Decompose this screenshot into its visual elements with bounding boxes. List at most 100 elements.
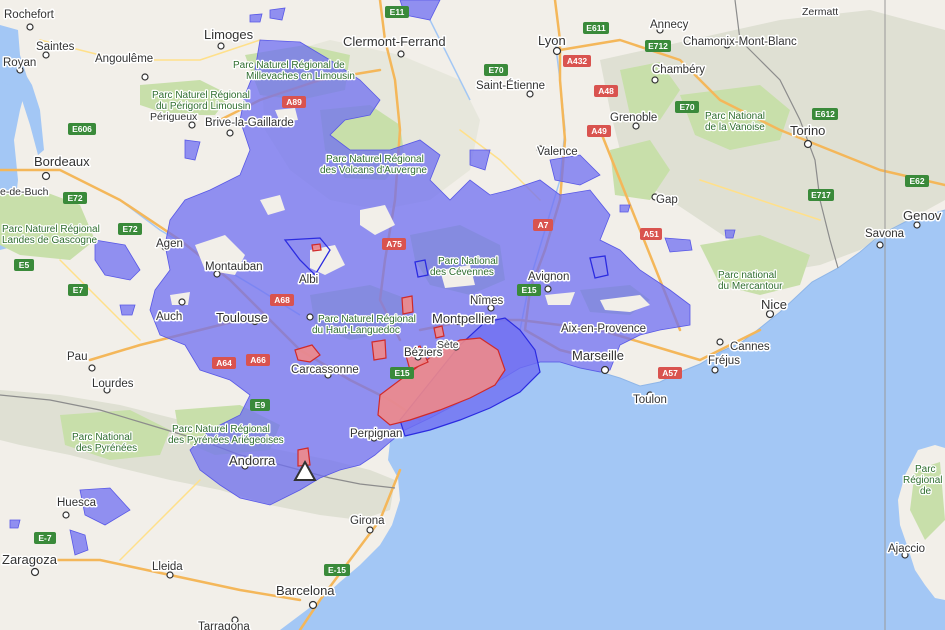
city-valence: Valence [537, 146, 578, 158]
svg-text:E15: E15 [394, 368, 409, 378]
route-shield-a64: A64 [212, 357, 236, 369]
city-sete: Sète [437, 339, 459, 351]
city-huesca: Huesca [57, 497, 97, 509]
route-shield-e612: E612 [812, 108, 838, 120]
route-shield-a51: A51 [640, 228, 662, 240]
city-lleida: Lleida [152, 561, 183, 573]
svg-text:E-15: E-15 [328, 565, 346, 575]
route-shield-e7-es: E-7 [34, 532, 56, 544]
svg-text:de la Vanoise: de la Vanoise [705, 122, 765, 133]
city-nice: Nice [761, 297, 787, 312]
svg-text:E5: E5 [19, 260, 30, 270]
route-shield-e712: E712 [645, 40, 671, 52]
route-shield-a68: A68 [270, 294, 294, 306]
svg-text:A48: A48 [598, 86, 614, 96]
city-cannes: Cannes [730, 341, 770, 353]
svg-text:Parc national: Parc national [718, 270, 776, 281]
city-tete-de-buch: e-de-Buch [0, 186, 49, 198]
svg-text:A51: A51 [643, 229, 659, 239]
route-shield-e611: E611 [583, 22, 609, 34]
city-montpellier: Montpellier [432, 311, 496, 326]
city-brive: Brive-la-Gaillarde [205, 117, 294, 129]
city-ajaccio: Ajaccio [888, 543, 925, 555]
svg-text:des Cévennes: des Cévennes [430, 267, 494, 278]
city-toulouse: Toulouse [216, 310, 268, 325]
svg-text:E606: E606 [72, 124, 92, 134]
route-shield-e15-b: E15 [390, 367, 414, 379]
city-tarragona: Tarragona [198, 621, 250, 630]
route-shield-e7: E7 [68, 284, 88, 296]
svg-text:Parc National: Parc National [705, 111, 765, 122]
city-royan: Royan [3, 57, 36, 69]
svg-text:Parc Naturel Régional: Parc Naturel Régional [172, 424, 270, 435]
city-chambery: Chambéry [652, 64, 705, 76]
city-zermatt: Zermatt [802, 6, 838, 18]
city-bordeaux: Bordeaux [34, 154, 90, 169]
svg-text:des Pyrénées Ariégeoises: des Pyrénées Ariégeoises [168, 435, 284, 446]
svg-text:de: de [920, 486, 932, 497]
svg-text:E712: E712 [648, 41, 668, 51]
svg-text:Parc National: Parc National [72, 432, 132, 443]
svg-text:E7: E7 [73, 285, 84, 295]
city-marseille: Marseille [572, 348, 624, 363]
city-frejus: Fréjus [708, 355, 740, 367]
route-shield-e717: E717 [808, 189, 834, 201]
route-shield-e15-a: E15 [517, 284, 541, 296]
city-chamonix: Chamonix-Mont-Blanc [683, 36, 797, 48]
route-shield-e15-es: E-15 [324, 564, 350, 576]
city-pau: Pau [67, 351, 87, 363]
svg-text:E70: E70 [679, 102, 694, 112]
svg-text:Parc: Parc [915, 464, 936, 475]
svg-text:E62: E62 [909, 176, 924, 186]
city-perpignan: Perpignan [350, 428, 402, 440]
svg-text:E717: E717 [811, 190, 831, 200]
city-genova: Genov [903, 208, 942, 223]
route-shield-e5: E5 [14, 259, 34, 271]
svg-text:E9: E9 [255, 400, 266, 410]
svg-text:A7: A7 [538, 220, 549, 230]
route-shield-a57: A57 [658, 367, 682, 379]
city-angouleme: Angoulême [95, 53, 153, 65]
route-shield-e72-a: E72 [63, 192, 87, 204]
city-gap: Gap [656, 194, 678, 206]
svg-text:A68: A68 [274, 295, 290, 305]
city-saintes: Saintes [36, 41, 75, 53]
svg-text:du Haut-Languedoc: du Haut-Languedoc [312, 325, 400, 336]
map-canvas[interactable]: E11 E611 E712 A432 E70 A48 E70 A49 E612 … [0, 0, 945, 630]
svg-text:A432: A432 [567, 56, 588, 66]
svg-text:E72: E72 [122, 224, 137, 234]
svg-text:A75: A75 [386, 239, 402, 249]
city-lyon: Lyon [538, 33, 566, 48]
svg-text:des Volcans d'Auvergne: des Volcans d'Auvergne [320, 165, 427, 176]
route-shield-a66: A66 [246, 354, 270, 366]
city-limoges: Limoges [204, 27, 254, 42]
city-grenoble: Grenoble [610, 112, 657, 124]
svg-text:Parc Naturel Régional de: Parc Naturel Régional de [233, 60, 345, 71]
svg-text:Régional: Régional [903, 475, 942, 486]
city-rochefort: Rochefort [4, 9, 55, 21]
city-savona: Savona [865, 228, 905, 240]
svg-text:du Mercantour: du Mercantour [718, 281, 783, 292]
city-agen: Agen [156, 238, 183, 250]
svg-text:Parc National: Parc National [438, 256, 498, 267]
city-saint-etienne: Saint-Étienne [476, 79, 545, 92]
svg-text:Parc Naturel Régional: Parc Naturel Régional [318, 314, 416, 325]
route-shield-e606: E606 [68, 123, 96, 135]
route-shield-e70-b: E70 [675, 101, 699, 113]
city-auch: Auch [156, 311, 182, 323]
route-shield-a49: A49 [587, 125, 611, 137]
svg-text:du Périgord Limousin: du Périgord Limousin [156, 101, 251, 112]
svg-text:E11: E11 [390, 7, 405, 17]
city-girona: Girona [350, 515, 385, 527]
svg-text:A66: A66 [250, 355, 266, 365]
city-annecy: Annecy [650, 19, 689, 31]
route-shield-a432: A432 [563, 55, 591, 67]
city-nimes: Nîmes [470, 295, 503, 307]
svg-text:Parc Naturel Régional: Parc Naturel Régional [326, 154, 424, 165]
svg-text:A49: A49 [591, 126, 607, 136]
route-shield-e11: E11 [385, 6, 409, 18]
city-perigueux: Périgueux [150, 111, 198, 123]
svg-text:E72: E72 [67, 193, 82, 203]
route-shield-e62: E62 [905, 175, 929, 187]
svg-text:Parc Naturel Régional: Parc Naturel Régional [152, 90, 250, 101]
